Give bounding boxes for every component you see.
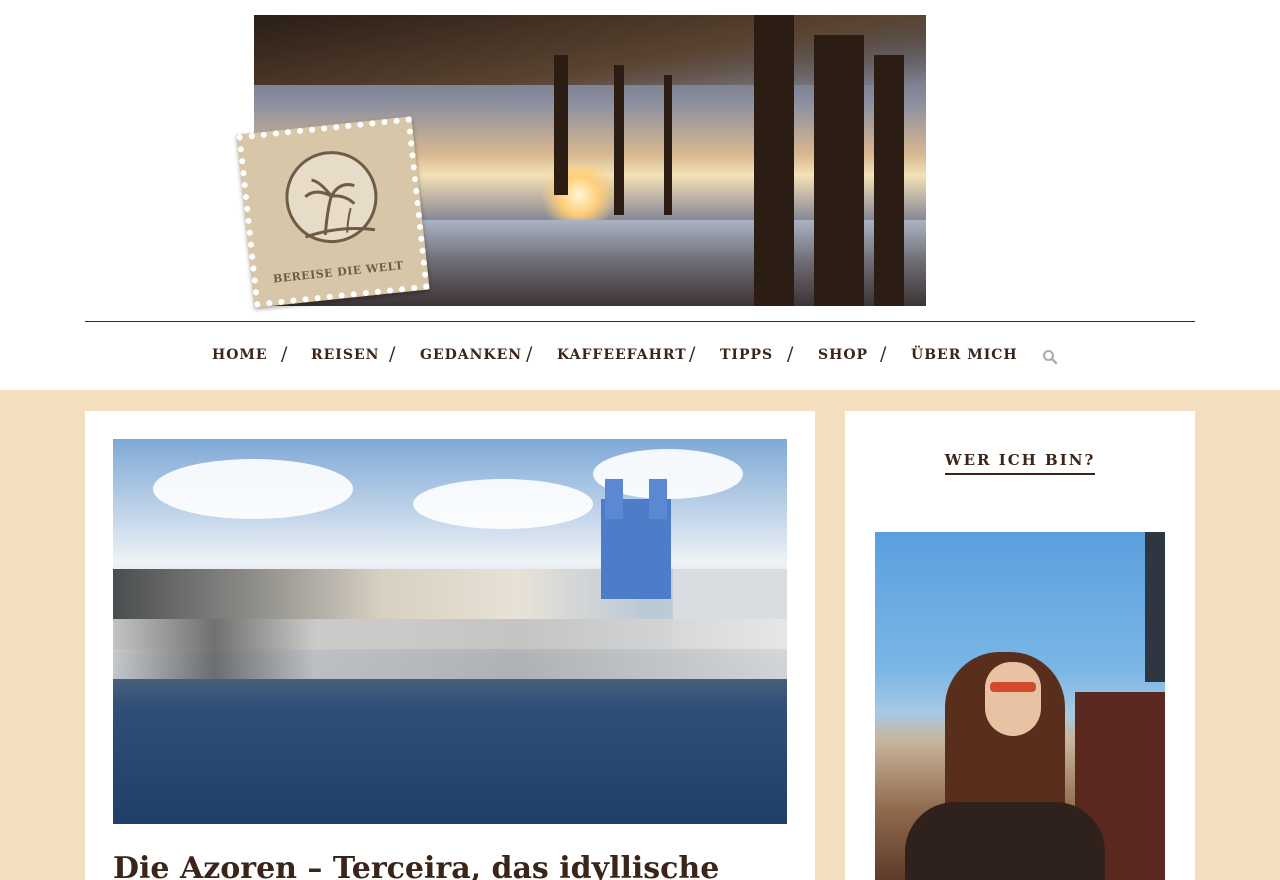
widget-title: WER ICH BIN? (845, 451, 1195, 475)
palm-tree-icon (304, 178, 376, 239)
search-icon[interactable] (1042, 349, 1058, 365)
sidebar-widget: WER ICH BIN? (845, 411, 1195, 880)
pier-post (754, 15, 794, 306)
nav-item-ueber-mich[interactable]: ÜBER MICH (911, 347, 1018, 363)
nav-item-tipps[interactable]: TIPPS (720, 347, 773, 363)
harbor-boats (113, 619, 787, 679)
nav-separator: / (787, 343, 794, 365)
widget-title-text: WER ICH BIN? (944, 451, 1096, 475)
nav-item-home[interactable]: HOME (212, 347, 268, 363)
nav-item-shop[interactable]: SHOP (818, 347, 868, 363)
cloud (413, 479, 593, 529)
nav-item-reisen[interactable]: REISEN (311, 347, 379, 363)
nav-separator: / (281, 343, 288, 365)
site-logo-stamp[interactable]: BEREISE DIE WELT (236, 116, 430, 308)
street-lamp (1145, 532, 1165, 682)
pier-post (664, 75, 672, 215)
person-face (985, 662, 1041, 736)
nav-item-kaffeefahrt[interactable]: KAFFEEFAHRT (557, 347, 687, 363)
pier-post (554, 55, 568, 195)
nav-separator: / (689, 343, 696, 365)
person-jacket (905, 802, 1105, 880)
sun-glow (534, 165, 624, 225)
pier-post (814, 35, 864, 306)
main-navigation: HOME / REISEN / GEDANKEN / KAFFEEFAHRT /… (0, 322, 1280, 389)
nav-separator: / (526, 343, 533, 365)
post-card: Die Azoren – Terceira, das idyllische (85, 411, 815, 880)
blue-church (601, 479, 671, 599)
author-photo (875, 532, 1165, 880)
nav-separator: / (880, 343, 887, 365)
pier-post (614, 65, 624, 215)
post-title[interactable]: Die Azoren – Terceira, das idyllische (113, 851, 787, 880)
nav-item-gedanken[interactable]: GEDANKEN (420, 347, 522, 363)
cloud (153, 459, 353, 519)
pier-post (874, 55, 904, 306)
church-tower (605, 479, 623, 519)
church-tower (649, 479, 667, 519)
nav-separator: / (389, 343, 396, 365)
post-featured-image[interactable] (113, 439, 787, 824)
logo-text: BEREISE DIE WELT (272, 258, 405, 286)
sunglasses (990, 682, 1036, 692)
